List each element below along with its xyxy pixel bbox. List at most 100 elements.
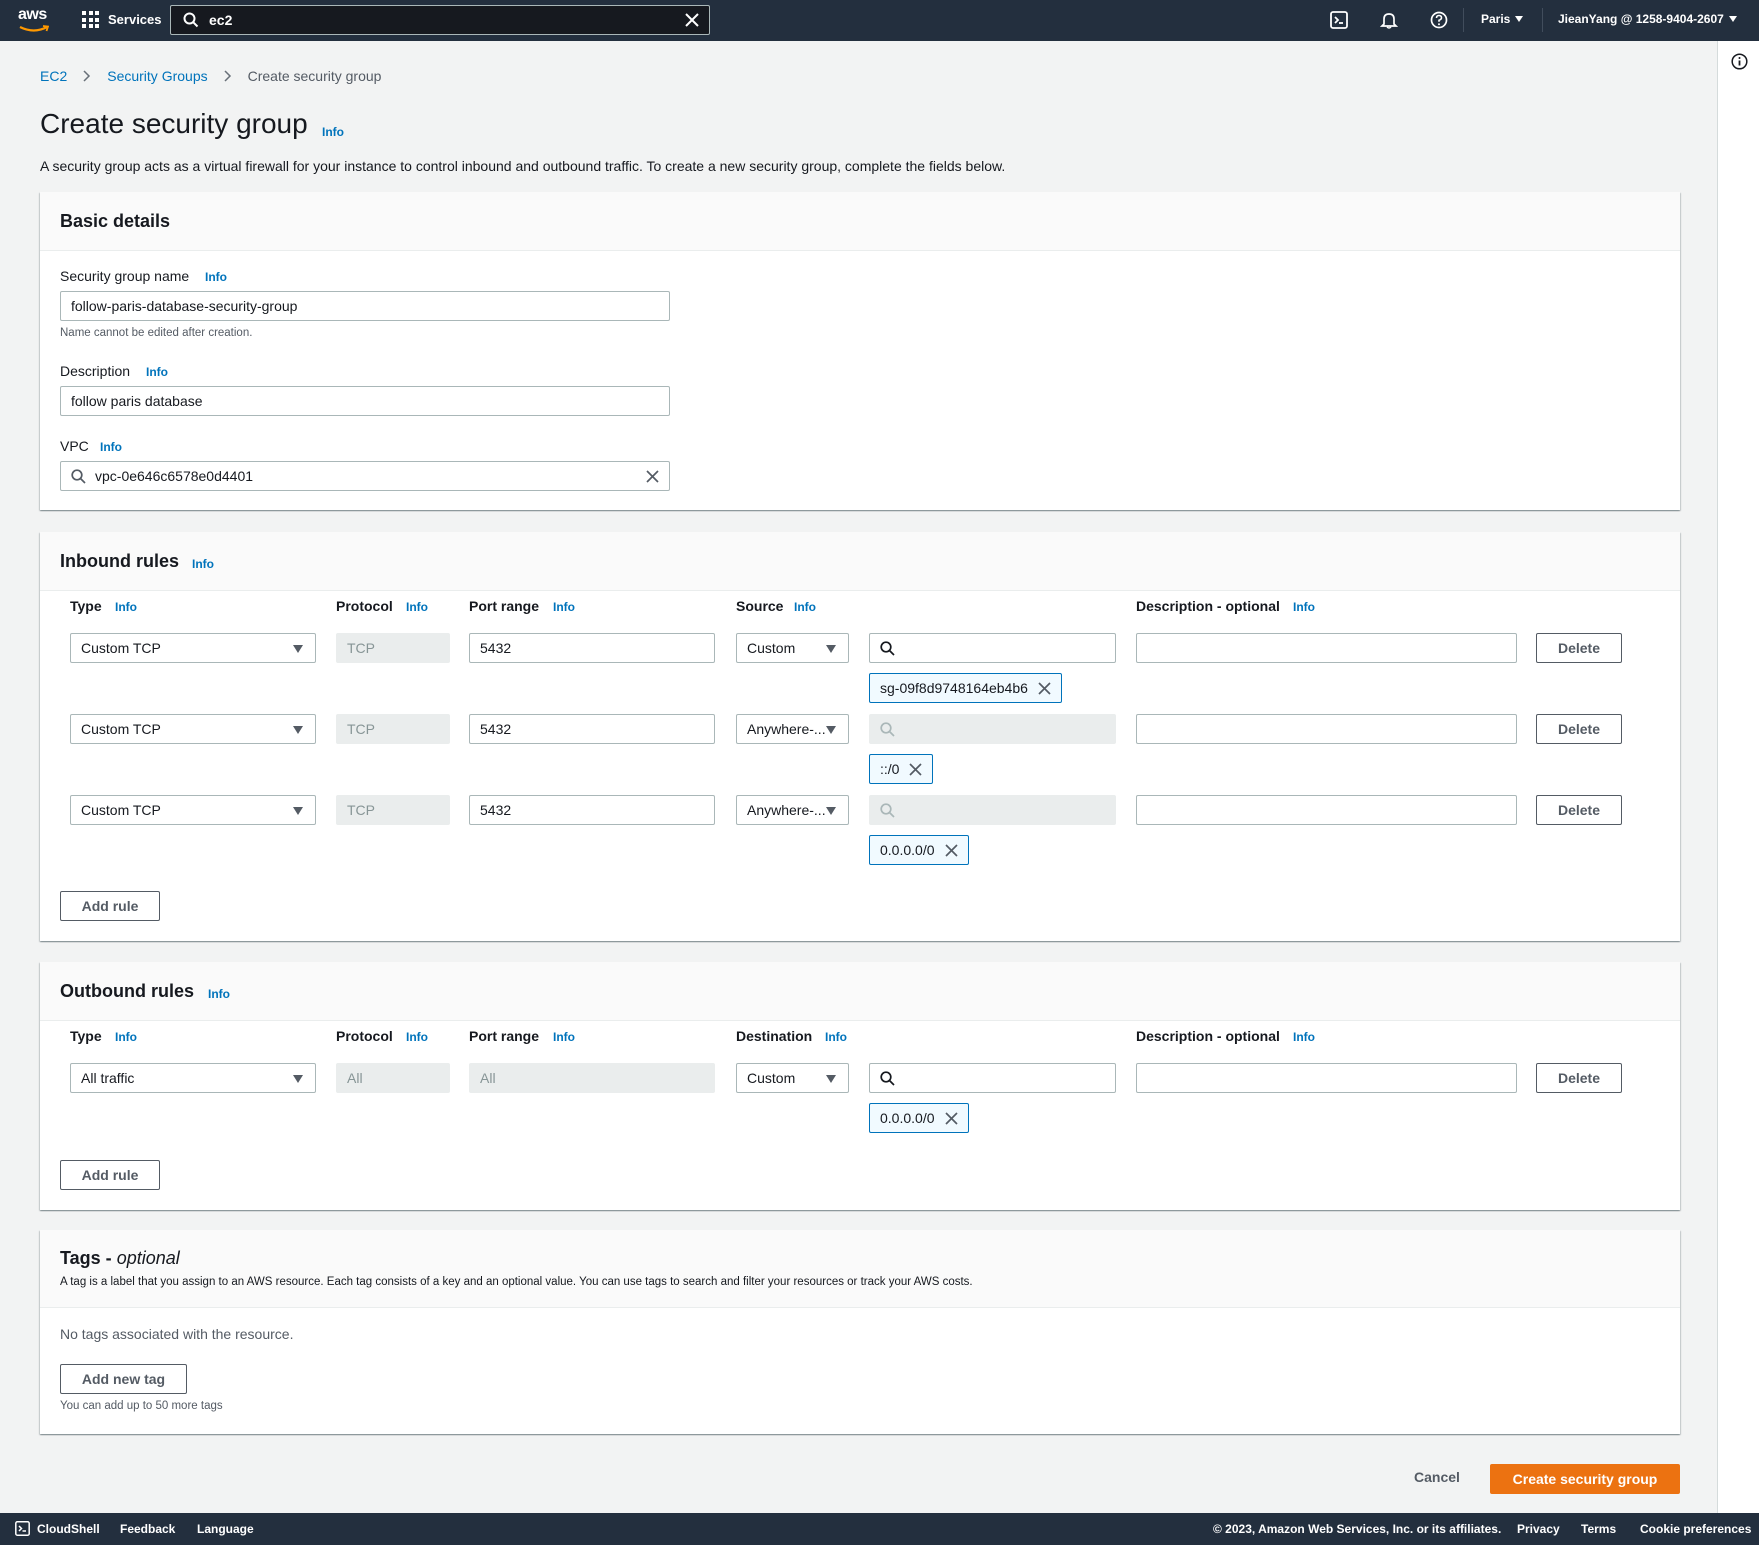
type-info-link[interactable]: Info bbox=[115, 1030, 137, 1044]
tags-title-optional: optional bbox=[116, 1248, 180, 1268]
add-new-tag-button[interactable]: Add new tag bbox=[60, 1364, 187, 1394]
rule-description-input[interactable] bbox=[1136, 714, 1517, 744]
caret-down-icon bbox=[826, 726, 836, 734]
panel-header: Inbound rules Info bbox=[40, 532, 1680, 591]
nav-divider bbox=[1463, 8, 1464, 32]
rule-type-value: Custom TCP bbox=[81, 640, 161, 656]
cancel-button[interactable]: Cancel bbox=[1414, 1469, 1460, 1485]
port-range-info-link[interactable]: Info bbox=[553, 600, 575, 614]
rule-port-range-input[interactable]: 5432 bbox=[469, 714, 715, 744]
remove-token-icon[interactable] bbox=[944, 843, 958, 857]
rule-port-range-input[interactable]: 5432 bbox=[469, 633, 715, 663]
rule-type-select[interactable]: Custom TCP bbox=[70, 633, 316, 663]
remove-token-icon[interactable] bbox=[1038, 681, 1051, 695]
outbound-rules-info-link[interactable]: Info bbox=[208, 987, 230, 1001]
delete-rule-button[interactable]: Delete bbox=[1536, 795, 1622, 825]
footer-cloudshell-link[interactable]: CloudShell bbox=[37, 1522, 100, 1536]
caret-down-icon bbox=[293, 726, 303, 734]
name-hint: Name cannot be edited after creation. bbox=[60, 327, 253, 339]
rule-type-value: Custom TCP bbox=[81, 721, 161, 737]
footer-cookie-preferences-link[interactable]: Cookie preferences bbox=[1640, 1522, 1751, 1536]
basic-details-panel: Basic details Security group name Info f… bbox=[40, 192, 1680, 510]
port-range-info-link[interactable]: Info bbox=[553, 1030, 575, 1044]
rule-type-select[interactable]: All traffic bbox=[70, 1063, 316, 1093]
col-header-description: Description - optional bbox=[1136, 1028, 1280, 1044]
rule-type-value: Custom TCP bbox=[81, 802, 161, 818]
account-label: JieanYang @ 1258-9404-2607 bbox=[1558, 12, 1724, 26]
region-selector[interactable]: Paris bbox=[1481, 12, 1524, 26]
protocol-info-link[interactable]: Info bbox=[406, 1030, 428, 1044]
vpc-label: VPC bbox=[60, 438, 89, 454]
vpc-info-link[interactable]: Info bbox=[100, 440, 122, 454]
rule-destination-search-input[interactable] bbox=[869, 1063, 1116, 1093]
col-header-port-range: Port range bbox=[469, 1028, 540, 1044]
footer-terms-link[interactable]: Terms bbox=[1581, 1522, 1616, 1536]
services-menu-button[interactable]: Services bbox=[82, 11, 162, 28]
protocol-info-link[interactable]: Info bbox=[406, 600, 428, 614]
rule-source-select[interactable]: Anywhere-... bbox=[736, 714, 849, 744]
global-search-input[interactable]: ec2 bbox=[170, 5, 710, 35]
breadcrumb-ec2[interactable]: EC2 bbox=[40, 68, 67, 84]
rule-type-select[interactable]: Custom TCP bbox=[70, 714, 316, 744]
rule-source-select[interactable]: Custom bbox=[736, 633, 849, 663]
chevron-right-icon bbox=[83, 70, 91, 82]
help-icon[interactable] bbox=[1430, 11, 1448, 29]
description-info-link[interactable]: Info bbox=[146, 365, 168, 379]
add-outbound-rule-button[interactable]: Add rule bbox=[60, 1160, 160, 1190]
clear-icon[interactable] bbox=[646, 470, 659, 483]
rule-source-search-input[interactable] bbox=[869, 633, 1116, 663]
chevron-right-icon bbox=[224, 70, 231, 82]
delete-rule-button[interactable]: Delete bbox=[1536, 1063, 1622, 1093]
description-info-link[interactable]: Info bbox=[1293, 1030, 1315, 1044]
footer-privacy-link[interactable]: Privacy bbox=[1517, 1522, 1560, 1536]
top-navigation: aws Services ec2 Paris JieanYang @ 1258-… bbox=[0, 0, 1759, 41]
tags-title-text: Tags - bbox=[60, 1248, 112, 1268]
aws-logo[interactable]: aws bbox=[18, 6, 52, 34]
panel-header: Basic details bbox=[40, 192, 1680, 251]
type-info-link[interactable]: Info bbox=[115, 600, 137, 614]
rule-protocol-field: All bbox=[336, 1063, 450, 1093]
rule-type-select[interactable]: Custom TCP bbox=[70, 795, 316, 825]
tags-title: Tags - optional bbox=[60, 1248, 180, 1269]
security-group-name-input[interactable]: follow-paris-database-security-group bbox=[60, 291, 670, 321]
rule-source-select[interactable]: Anywhere-... bbox=[736, 795, 849, 825]
delete-rule-button[interactable]: Delete bbox=[1536, 714, 1622, 744]
clear-search-icon[interactable] bbox=[685, 13, 699, 27]
notifications-bell-icon[interactable] bbox=[1380, 11, 1398, 29]
footer-feedback-link[interactable]: Feedback bbox=[120, 1522, 175, 1536]
account-menu[interactable]: JieanYang @ 1258-9404-2607 bbox=[1558, 12, 1737, 26]
destination-info-link[interactable]: Info bbox=[825, 1030, 847, 1044]
rule-source-value: Anywhere-... bbox=[747, 721, 826, 737]
rule-port-range-input[interactable]: 5432 bbox=[469, 795, 715, 825]
rule-description-input[interactable] bbox=[1136, 795, 1517, 825]
cloudshell-icon[interactable] bbox=[1330, 11, 1348, 29]
rule-destination-select[interactable]: Custom bbox=[736, 1063, 849, 1093]
col-header-destination: Destination bbox=[736, 1028, 813, 1044]
rule-port-range-field: All bbox=[469, 1063, 715, 1093]
add-inbound-rule-button[interactable]: Add rule bbox=[60, 891, 160, 921]
remove-token-icon[interactable] bbox=[944, 1111, 958, 1125]
cloudshell-icon[interactable] bbox=[15, 1521, 30, 1536]
vpc-select-input[interactable]: vpc-0e646c6578e0d4401 bbox=[60, 461, 670, 491]
rule-description-input[interactable] bbox=[1136, 633, 1517, 663]
page-title-info-link[interactable]: Info bbox=[322, 125, 344, 139]
description-input[interactable]: follow paris database bbox=[60, 386, 670, 416]
rule-source-search-input bbox=[869, 714, 1116, 744]
description-info-link[interactable]: Info bbox=[1293, 600, 1315, 614]
rule-description-input[interactable] bbox=[1136, 1063, 1517, 1093]
search-icon bbox=[71, 468, 86, 484]
delete-rule-button[interactable]: Delete bbox=[1536, 633, 1622, 663]
create-security-group-button[interactable]: Create security group bbox=[1490, 1464, 1680, 1494]
rule-source-search-input bbox=[869, 795, 1116, 825]
caret-down-icon bbox=[293, 807, 303, 815]
source-info-link[interactable]: Info bbox=[794, 600, 816, 614]
inbound-rules-panel: Inbound rules Info Type Info Protocol In… bbox=[40, 532, 1680, 941]
info-panel-icon[interactable] bbox=[1731, 53, 1748, 70]
remove-token-icon[interactable] bbox=[909, 762, 923, 776]
tools-panel-rail bbox=[1717, 41, 1759, 1513]
breadcrumb-security-groups[interactable]: Security Groups bbox=[107, 68, 207, 84]
inbound-rules-info-link[interactable]: Info bbox=[192, 557, 214, 571]
search-icon bbox=[880, 802, 895, 818]
footer-language-link[interactable]: Language bbox=[197, 1522, 254, 1536]
security-group-name-info-link[interactable]: Info bbox=[205, 270, 227, 284]
